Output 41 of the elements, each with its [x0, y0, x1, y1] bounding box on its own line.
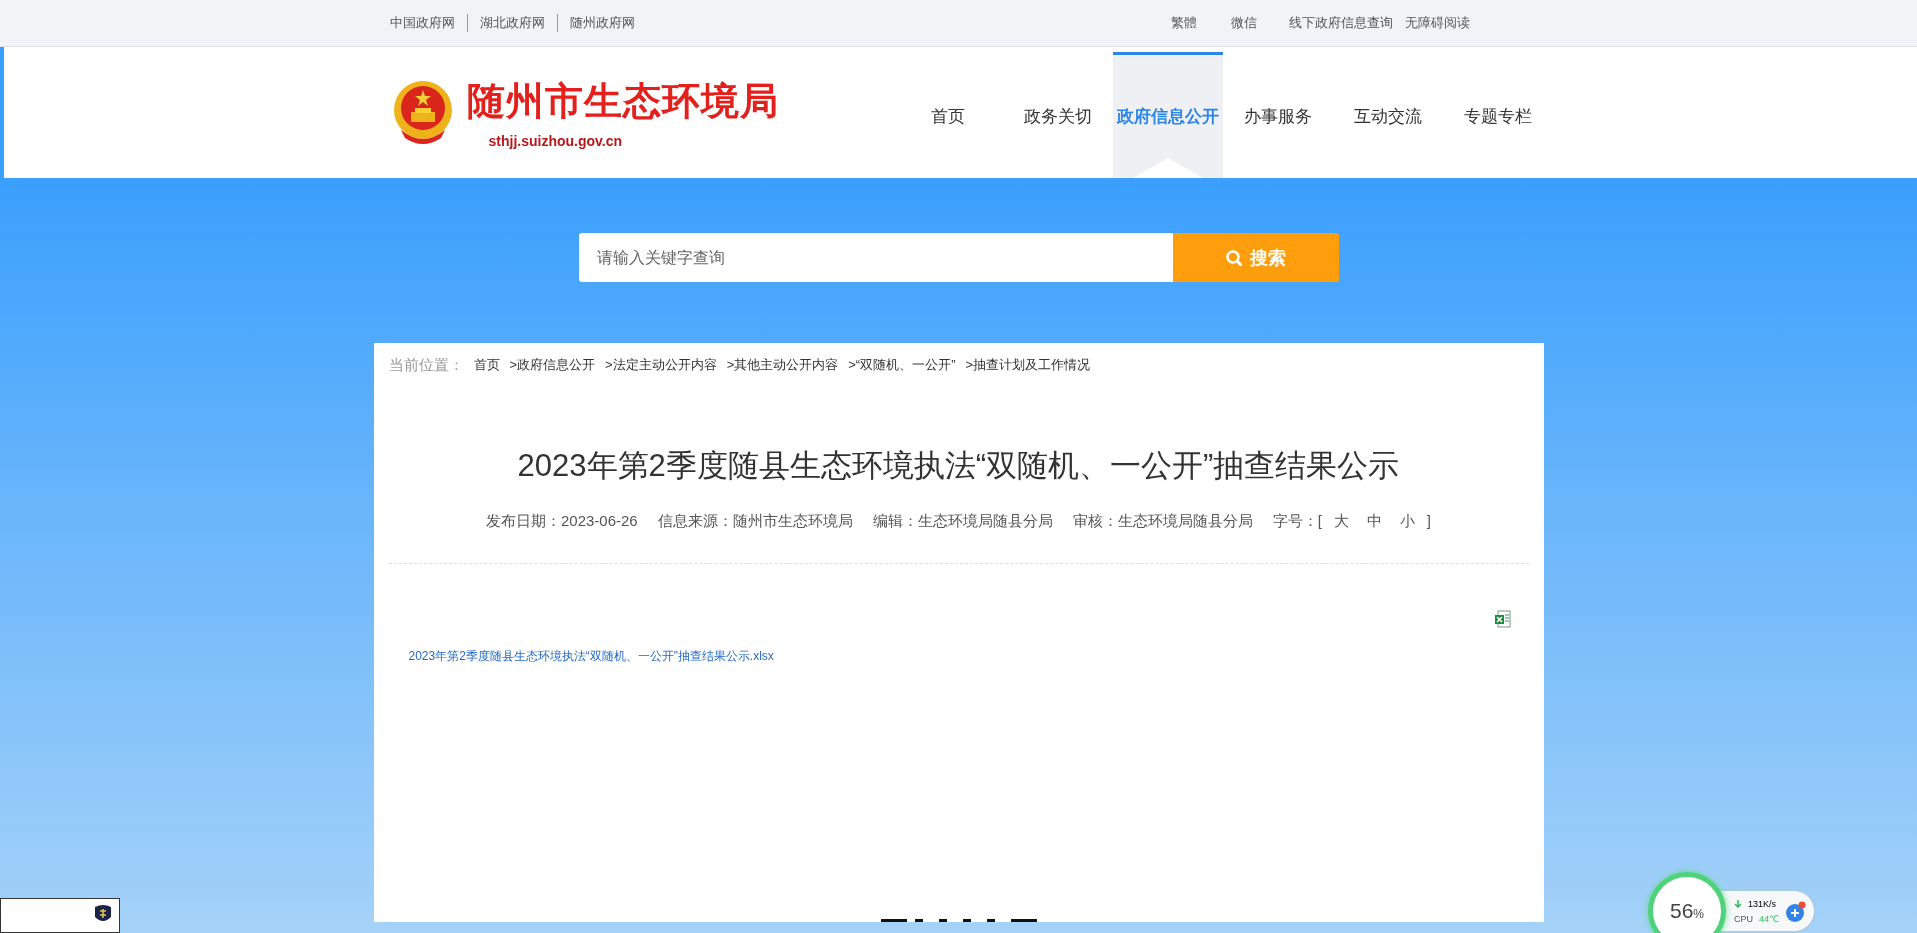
meta-text: 发布日期：2023-06-26: [485, 512, 638, 531]
search-field[interactable]: 请输入关键字查询: [578, 233, 1173, 282]
speed-text: 131K/s: [1748, 898, 1777, 909]
attachment-link[interactable]: 2023年第2季度随县生态环境执法“双随机、一公开”抽查结果公示.xlsx: [408, 648, 774, 665]
gov-link[interactable]: 随州政府网: [556, 14, 635, 32]
breadcrumb-link[interactable]: >“双随机、一公开”: [848, 356, 956, 374]
breadcrumb-link[interactable]: >法定主动公开内容: [605, 356, 717, 374]
site-title: 随州市生态环境局: [466, 79, 779, 124]
bracket-text: ]: [1426, 512, 1432, 531]
article-title: 2023年第2季度随县生态环境执法“双随机、一公开”抽查结果公示: [516, 447, 1401, 485]
nav-tab[interactable]: 首页: [892, 52, 1003, 178]
nav-tab[interactable]: 办事服务: [1222, 52, 1333, 178]
meta-text: 审核：生态环境局随县分局: [1072, 512, 1253, 531]
top-link[interactable]: 线下政府信息查询: [1288, 14, 1393, 32]
site-url: sthjj.suizhou.gov.cn: [488, 133, 624, 149]
search-icon: [1225, 249, 1242, 266]
gov-link[interactable]: 湖北政府网: [466, 14, 545, 32]
breadcrumb-label: 当前位置：: [388, 355, 464, 375]
top-link[interactable]: 无障碍阅读: [1404, 14, 1470, 32]
breadcrumb-link[interactable]: 首页: [473, 356, 500, 374]
excel-file-icon: [1493, 610, 1511, 628]
meta-text: 编辑：生态环境局随县分局: [872, 512, 1053, 531]
usage-percent: 56%: [1670, 899, 1704, 923]
font-size-link[interactable]: 中: [1366, 512, 1382, 531]
breadcrumb-link[interactable]: >抽查计划及工作情况: [965, 356, 1091, 374]
font-size-link[interactable]: 小: [1399, 512, 1415, 531]
nav-tab[interactable]: 互动交流: [1332, 52, 1443, 178]
meta-text: 信息来源：随州市生态环境局: [657, 512, 853, 531]
cpu-label: CPU: [1734, 913, 1753, 924]
nav-tab[interactable]: 专题专栏: [1442, 52, 1553, 178]
cpu-temperature: 44℃: [1759, 913, 1780, 924]
breadcrumb-link[interactable]: >政府信息公开: [509, 356, 596, 374]
breadcrumb-link[interactable]: >其他主动公开内容: [726, 356, 839, 374]
download-arrow-icon: [1734, 899, 1742, 908]
top-link[interactable]: 微信: [1230, 14, 1257, 32]
font-size-label: 字号：[: [1272, 512, 1322, 531]
add-icon: [1785, 900, 1807, 922]
nav-tab[interactable]: 政务关切: [1002, 52, 1113, 178]
font-size-link[interactable]: 大: [1333, 512, 1349, 531]
top-link[interactable]: 繁體: [1170, 14, 1197, 32]
gov-link[interactable]: 中国政府网: [389, 14, 455, 32]
